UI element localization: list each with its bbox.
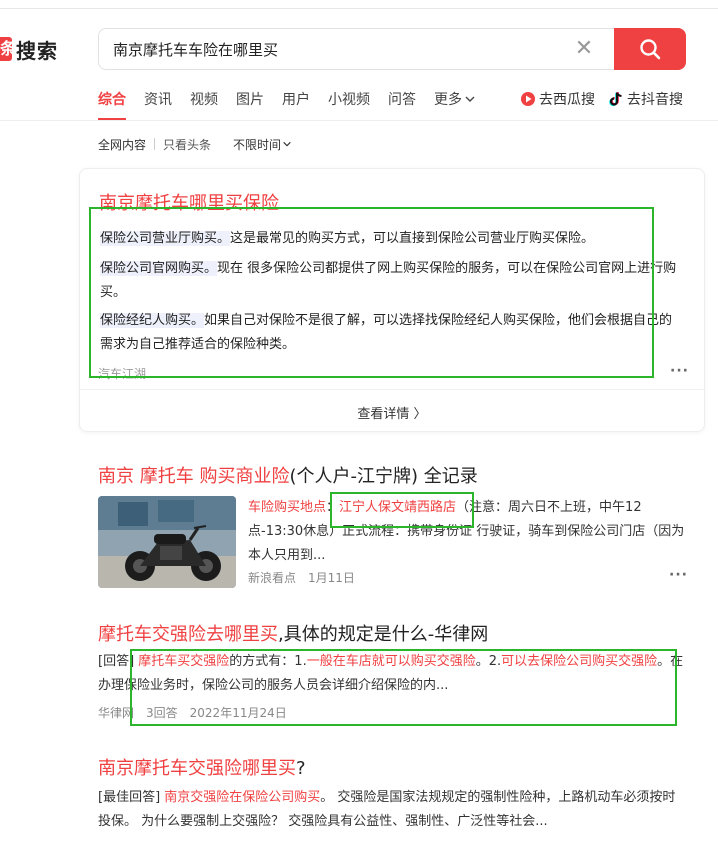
tab-comprehensive[interactable]: 综合	[98, 89, 126, 109]
snippet-text: [最佳回答]	[98, 790, 165, 805]
toutiao-logo[interactable]: 条 搜索	[0, 36, 58, 63]
snippet-text: 。2.	[475, 654, 502, 669]
featured-item-text: 这是最常见的购买方式，可以直接到保险公司营业厅购买保险。	[230, 231, 595, 246]
tab-qa[interactable]: 问答	[388, 89, 416, 109]
filter-bar: 全网内容 只看头条 不限时间	[98, 136, 292, 152]
search-icon	[640, 39, 661, 60]
result-title-text: (个人户-江宁牌) 全记录	[289, 466, 478, 487]
snippet-text: ：	[326, 500, 340, 515]
xigua-icon	[521, 92, 535, 106]
more-options-icon[interactable]: ···	[670, 363, 689, 379]
snippet-text: [回答]	[98, 654, 139, 669]
featured-item-term: 保险公司营业厅购买。	[100, 231, 231, 246]
result-title-highlight: 南京摩托车交强险哪里买	[98, 758, 296, 779]
result-source[interactable]: 新浪看点	[248, 571, 296, 585]
search-tabs: 综合 资讯 视频 图片 用户 小视频 问答 更多	[98, 88, 494, 110]
clear-icon[interactable]: ✕	[573, 38, 595, 60]
result-title-highlight: 南京 摩托车 购买商业险	[98, 466, 290, 487]
motorcycle-image	[98, 496, 236, 588]
snippet-highlight: 可以去保险公司购买交强险	[501, 654, 658, 669]
result-title[interactable]: 南京摩托车交强险哪里买?	[98, 754, 306, 780]
tabs-divider	[0, 120, 718, 121]
featured-source[interactable]: 汽车江湖	[98, 365, 146, 382]
xigua-search-label: 去西瓜搜	[539, 92, 595, 108]
filter-separator	[154, 138, 156, 150]
card-divider	[80, 389, 704, 390]
snippet-highlight: 摩托车买交强险	[138, 654, 230, 669]
tab-more-label: 更多	[434, 92, 462, 108]
tab-users[interactable]: 用户	[282, 89, 310, 109]
result-title-highlight: 摩托车交强险去哪里买	[98, 624, 278, 645]
featured-item-term: 保险公司官网购买。	[100, 261, 218, 276]
result-title[interactable]: 摩托车交强险去哪里买,具体的规定是什么-华律网	[98, 620, 488, 646]
result-snippet: 车险购买地点：江宁人保文靖西路店（注意：周六日不上班，中午12点-13:30休息…	[248, 496, 688, 568]
snippet-highlight: 车险购买地点	[248, 500, 327, 515]
result-snippet: [回答] 摩托车买交强险的方式有：1.一般在车店就可以购买交强险。2.可以去保险…	[98, 650, 688, 698]
filter-time[interactable]: 不限时间	[233, 136, 292, 153]
chevron-down-icon	[283, 141, 291, 147]
douyin-search-link[interactable]: 去抖音搜	[608, 88, 683, 110]
snippet-highlight: 南京交强险在保险公司购买	[164, 790, 321, 805]
snippet-highlight: 江宁人保文靖西路店	[339, 500, 457, 515]
logo-mark: 条	[0, 37, 12, 61]
search-box: ✕	[98, 28, 686, 70]
tab-short-video[interactable]: 小视频	[328, 89, 370, 109]
snippet-highlight: 一般在车店就可以购买交强险	[306, 654, 476, 669]
featured-item-term: 保险经纪人购买。	[100, 313, 205, 328]
filter-time-label: 不限时间	[233, 137, 282, 152]
logo-text: 搜索	[16, 38, 58, 63]
result-source[interactable]: 华律网	[98, 706, 134, 720]
tab-images[interactable]: 图片	[236, 89, 264, 109]
featured-item: 保险公司官网购买。现在 很多保险公司都提供了网上购买保险的服务，可以在保险公司官…	[100, 257, 680, 305]
result-date: 2022年11月24日	[189, 706, 287, 720]
douyin-search-label: 去抖音搜	[627, 92, 683, 108]
chevron-down-icon	[465, 96, 475, 102]
featured-item: 保险经纪人购买。如果自己对保险不是很了解，可以选择找保险经纪人购买保险，他们会根…	[100, 309, 680, 357]
result-answer-count: 3回答	[146, 706, 178, 720]
result-title[interactable]: 南京 摩托车 购买商业险(个人户-江宁牌) 全记录	[98, 462, 478, 488]
douyin-icon	[609, 92, 622, 107]
tab-more[interactable]: 更多	[434, 89, 476, 109]
xigua-search-link[interactable]: 去西瓜搜	[520, 88, 595, 110]
featured-answer-card: 南京摩托车哪里买保险 保险公司营业厅购买。这是最常见的购买方式，可以直接到保险公…	[79, 168, 705, 432]
result-thumbnail[interactable]	[98, 496, 236, 588]
result-meta: 华律网 3回答 2022年11月24日	[98, 704, 299, 721]
featured-item: 保险公司营业厅购买。这是最常见的购买方式，可以直接到保险公司营业厅购买保险。	[100, 227, 680, 251]
featured-title[interactable]: 南京摩托车哪里买保险	[99, 189, 279, 215]
search-button[interactable]	[614, 28, 686, 70]
filter-toutiao-only[interactable]: 只看头条	[163, 136, 211, 153]
result-meta: 新浪看点 1月11日	[248, 569, 367, 586]
result-title-text: ?	[296, 758, 306, 779]
tab-video[interactable]: 视频	[190, 89, 218, 109]
more-options-icon[interactable]: ···	[669, 567, 688, 583]
result-snippet: [最佳回答] 南京交强险在保险公司购买。 交强险是国家法规规定的强制性险种，上路…	[98, 786, 688, 834]
top-divider	[0, 8, 718, 9]
filter-all-content[interactable]: 全网内容	[98, 136, 146, 153]
view-details-link[interactable]: 查看详情 〉	[80, 403, 704, 422]
result-date: 1月11日	[308, 571, 355, 585]
search-input[interactable]	[113, 37, 553, 61]
snippet-text: 的方式有：1.	[229, 654, 307, 669]
tab-news[interactable]: 资讯	[144, 89, 172, 109]
result-title-text: ,具体的规定是什么-华律网	[278, 624, 489, 645]
